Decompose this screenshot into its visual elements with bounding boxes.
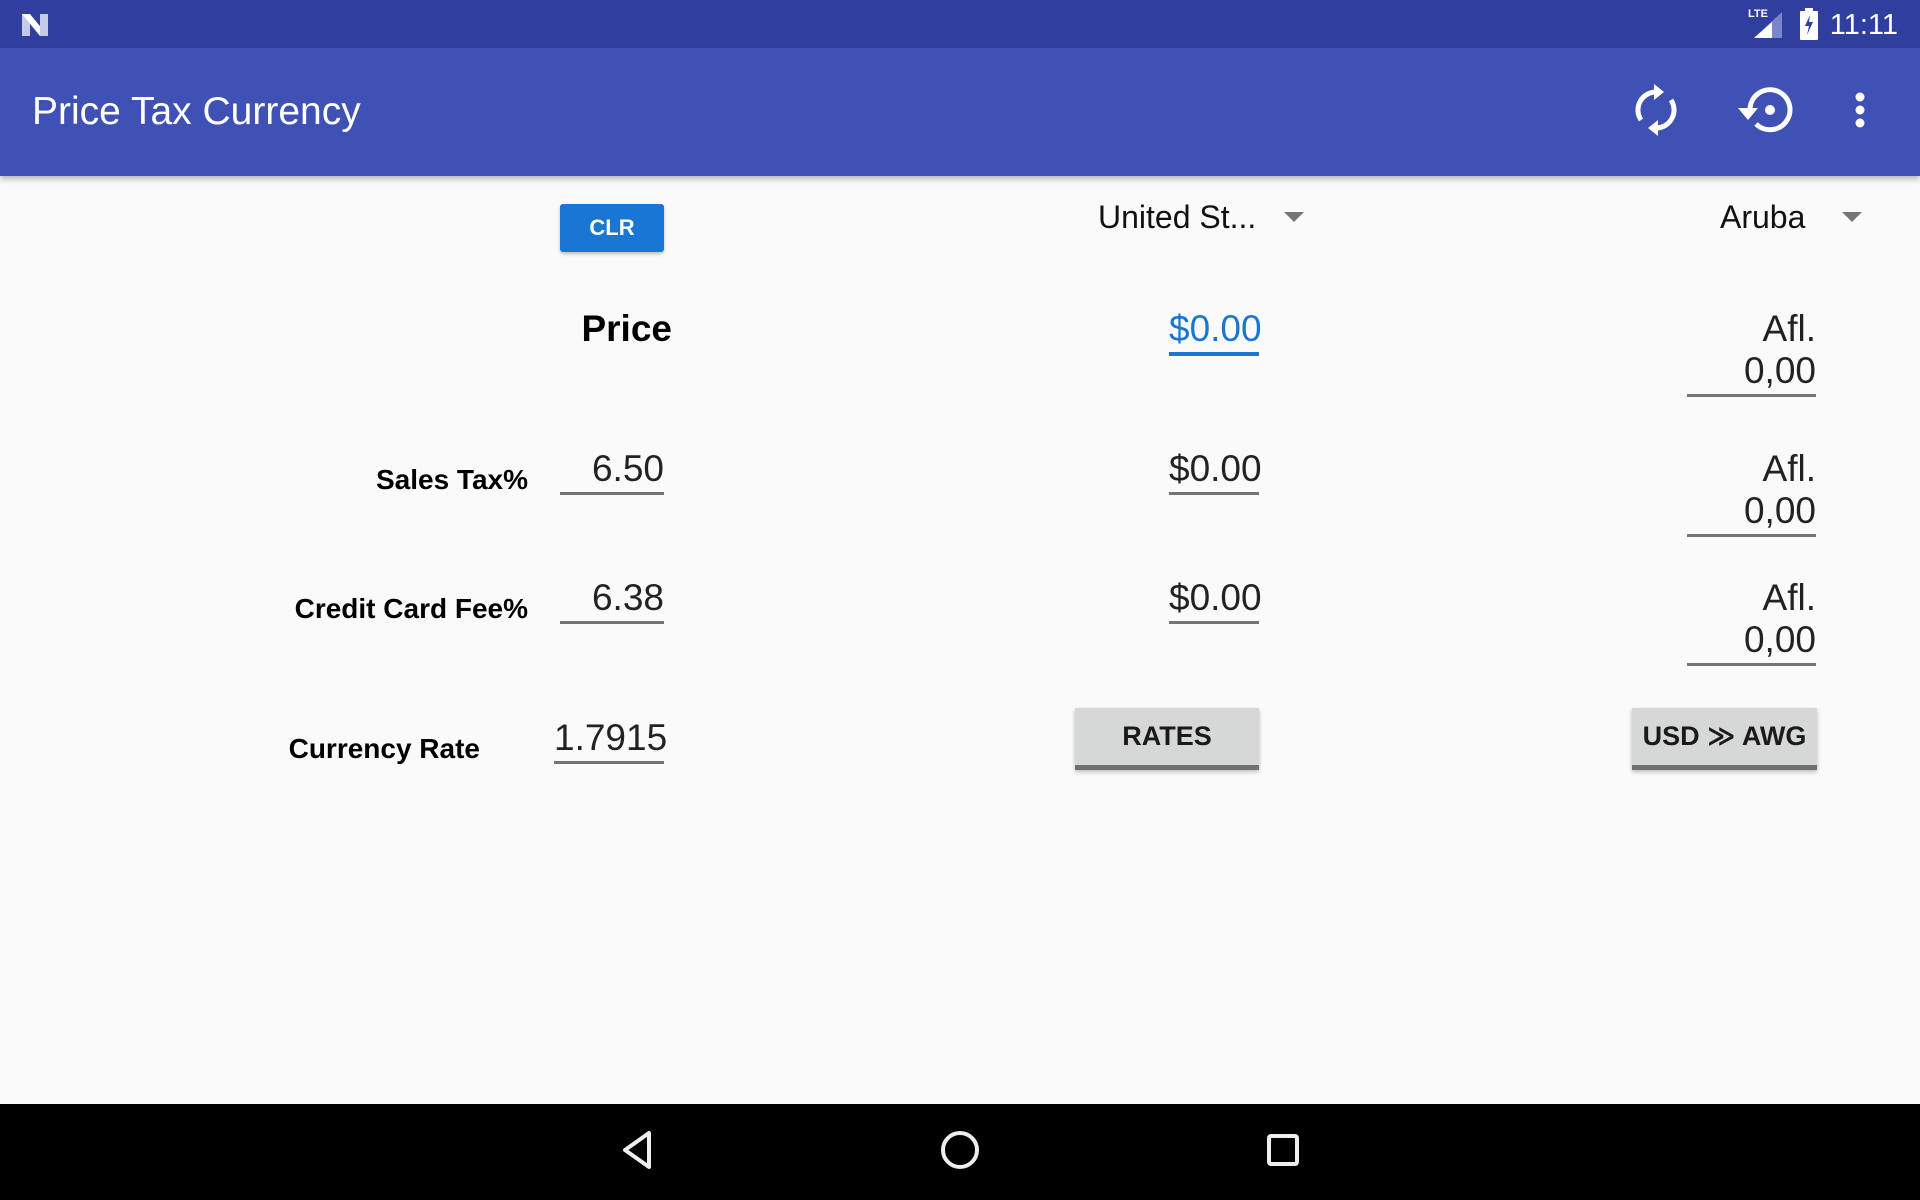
sales-tax-input[interactable]: 6.50 [560,448,664,495]
back-button[interactable] [598,1120,678,1184]
restore-button[interactable] [1732,80,1796,144]
more-options-button[interactable] [1828,80,1892,144]
credit-card-fee-label: Credit Card Fee% [294,593,528,624]
currency-rate-label: Currency Rate [288,733,480,764]
app-bar: Price Tax Currency [0,48,1920,176]
more-vert-icon [1854,92,1866,133]
to-currency-spinner[interactable]: Aruba [1720,187,1870,247]
currency-rate-input[interactable]: 1.7915 [554,717,667,764]
credit-card-fee-from-value[interactable]: $0.00 [1169,577,1262,624]
app-title: Price Tax Currency [32,90,361,133]
price-from-input[interactable]: $0.00 [1169,308,1262,356]
sales-tax-label: Sales Tax% [375,464,528,495]
rates-button[interactable]: RATES [1075,708,1259,770]
sync-button[interactable] [1624,80,1688,144]
battery-charging-icon [1800,8,1818,40]
sync-icon [1632,82,1680,143]
navigation-bar [0,1104,1920,1200]
credit-card-fee-input[interactable]: 6.38 [560,577,664,624]
dropdown-arrow-icon [1284,212,1304,222]
from-currency-value: United St... [1098,198,1257,235]
swap-direction-button[interactable]: USD ≫ AWG [1632,708,1817,770]
lte-signal-icon: LTE [1748,8,1784,40]
restore-icon [1734,82,1794,143]
sales-tax-from-value[interactable]: $0.00 [1169,448,1262,495]
status-bar: LTE 11:11 [0,0,1920,48]
clear-button[interactable]: CLR [560,204,664,252]
recents-icon [1266,1133,1300,1172]
home-button[interactable] [920,1120,1000,1184]
dropdown-arrow-icon [1842,212,1862,222]
price-label: Price [581,308,672,349]
back-icon [621,1130,655,1175]
status-time: 11:11 [1829,9,1898,41]
credit-card-fee-to-value[interactable]: Afl. 0,00 [1687,577,1816,666]
sales-tax-to-value[interactable]: Afl. 0,00 [1687,448,1816,537]
notification-n-icon [20,12,52,38]
to-currency-value: Aruba [1720,198,1806,235]
price-to-input[interactable]: Afl. 0,00 [1687,308,1816,397]
recents-button[interactable] [1243,1120,1323,1184]
home-icon [940,1130,980,1175]
from-currency-spinner[interactable]: United St... [1098,187,1310,247]
